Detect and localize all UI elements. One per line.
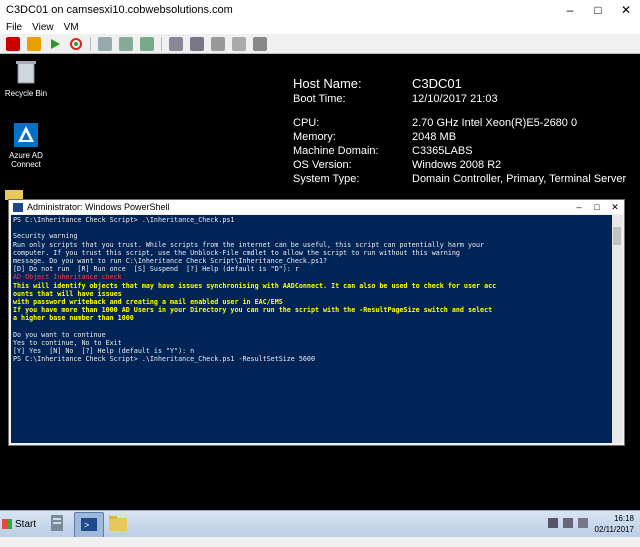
- connect-floppy-icon[interactable]: [253, 36, 267, 51]
- connect-cd-icon[interactable]: [232, 36, 246, 51]
- powershell-title: Administrator: Windows PowerShell: [27, 202, 170, 212]
- info-boot-time: Boot Time: 12/10/2017 21:03: [293, 92, 626, 106]
- recycle-bin-shortcut[interactable]: Recycle Bin: [0, 59, 52, 98]
- window-title: C3DC01 on camsesxi10.cobwebsolutions.com: [6, 4, 233, 16]
- clock-date: 02/11/2017: [594, 525, 634, 534]
- toolbar-separator: [161, 36, 162, 51]
- powershell-scrollbar[interactable]: [612, 215, 622, 443]
- network-icon[interactable]: [563, 518, 573, 528]
- system-info-panel: Host Name: C3DC01 Boot Time: 12/10/2017 …: [293, 75, 626, 186]
- console-line: If you have more than 1000 AD Users in y…: [13, 306, 493, 315]
- snapshot-icon[interactable]: [98, 36, 112, 51]
- powershell-icon: [13, 202, 23, 212]
- powershell-window[interactable]: Administrator: Windows PowerShell – □ ✕ …: [8, 199, 625, 446]
- vm-status-bar: [0, 537, 640, 547]
- ps-maximize-button[interactable]: □: [588, 202, 606, 212]
- azure-ad-connect-icon: [14, 123, 38, 147]
- powershell-taskbar-icon[interactable]: >: [74, 512, 104, 538]
- stop-icon[interactable]: [6, 36, 20, 51]
- maximize-button[interactable]: □: [584, 0, 612, 20]
- azure-ad-connect-label: Azure AD Connect: [9, 151, 43, 169]
- console-line: [D] Do not run [R] Run once [S] Suspend …: [13, 265, 299, 274]
- clock[interactable]: 16:18 02/11/2017: [595, 513, 634, 535]
- console-line: computer. If you trust this script, use …: [13, 248, 460, 257]
- start-label: Start: [15, 518, 37, 530]
- info-label: Machine Domain:: [293, 145, 379, 157]
- info-label: System Type:: [293, 173, 360, 185]
- start-button[interactable]: Start: [2, 513, 38, 535]
- info-value: Windows 2008 R2: [412, 159, 502, 171]
- menu-bar: File View VM: [0, 20, 640, 34]
- vm-title-bar: C3DC01 on camsesxi10.cobwebsolutions.com…: [0, 0, 640, 21]
- info-label: Boot Time:: [293, 93, 346, 105]
- info-domain: Machine Domain: C3365LABS: [293, 144, 626, 158]
- menu-vm[interactable]: VM: [64, 22, 79, 33]
- console-line: Do you want to continue: [13, 330, 106, 339]
- info-cpu: CPU: 2.70 GHz Intel Xeon(R)E5-2680 0: [293, 116, 626, 130]
- info-memory: Memory: 2048 MB: [293, 130, 626, 144]
- info-os: OS Version: Windows 2008 R2: [293, 158, 626, 172]
- info-value: 2048 MB: [412, 131, 457, 143]
- revert-icon[interactable]: [119, 36, 133, 51]
- taskbar: Start > 16:18 02/11/2017: [0, 510, 640, 538]
- info-system-type: System Type: Domain Controller, Primary,…: [293, 172, 626, 186]
- ps-minimize-button[interactable]: –: [570, 202, 588, 212]
- menu-view[interactable]: View: [32, 22, 54, 33]
- info-label: OS Version:: [293, 159, 352, 171]
- info-label: Memory:: [293, 131, 336, 143]
- info-value: 12/10/2017 21:03: [412, 93, 498, 105]
- info-host-name: Host Name: C3DC01: [293, 75, 626, 92]
- info-value: 2.70 GHz Intel Xeon(R)E5-2680 0: [412, 117, 578, 129]
- console-line: Security warning: [13, 232, 78, 241]
- minimize-button[interactable]: –: [556, 0, 584, 20]
- ps-close-button[interactable]: ✕: [606, 202, 624, 213]
- powershell-title-bar[interactable]: Administrator: Windows PowerShell – □ ✕: [9, 200, 624, 214]
- azure-ad-connect-shortcut[interactable]: Azure AD Connect: [0, 123, 52, 169]
- console-line: [Y] Yes [N] No [?] Help (default is "Y")…: [13, 347, 195, 355]
- volume-icon[interactable]: [578, 518, 588, 528]
- info-label: Host Name:: [293, 76, 362, 91]
- fullscreen-icon[interactable]: [190, 36, 204, 51]
- console-line: AD Object Inheritance check: [13, 273, 122, 282]
- console-line: Yes to continue, No to Exit: [13, 338, 122, 347]
- system-tray: [548, 518, 588, 528]
- console-line: a higher base number than 1000: [13, 314, 134, 323]
- info-value: C3365LABS: [412, 145, 473, 157]
- manage-snapshots-icon[interactable]: [140, 36, 154, 51]
- play-icon[interactable]: [48, 37, 62, 51]
- info-value: Domain Controller, Primary, Terminal Ser…: [412, 173, 627, 185]
- toolbar: [0, 34, 640, 54]
- recycle-bin-label: Recycle Bin: [4, 89, 48, 98]
- action-center-icon[interactable]: [548, 518, 558, 528]
- explorer-taskbar-icon[interactable]: [104, 512, 132, 536]
- reset-icon[interactable]: [69, 37, 83, 51]
- info-label: CPU:: [293, 117, 320, 129]
- console-line: with password writeback and creating a m…: [13, 297, 283, 306]
- console-line: message. Do you want to run C:\Inheritan…: [13, 256, 328, 265]
- console-line: ounts that will have issues: [13, 289, 122, 298]
- windows-logo-icon: [2, 519, 12, 529]
- console-line: PS C:\Inheritance Check Script> .\Inheri…: [13, 216, 235, 224]
- server-manager-taskbar-icon[interactable]: [44, 512, 72, 536]
- console-line: This will identify objects that may have…: [13, 281, 497, 290]
- toolbar-separator: [90, 36, 91, 51]
- svg-text:>: >: [84, 520, 89, 530]
- usb-icon[interactable]: [211, 36, 225, 51]
- pause-icon[interactable]: [27, 36, 41, 51]
- menu-file[interactable]: File: [6, 22, 22, 33]
- recycle-bin-icon: [16, 61, 36, 84]
- info-value: C3DC01: [412, 76, 462, 91]
- close-button[interactable]: ✕: [612, 0, 640, 20]
- clock-time: 16:18: [613, 514, 634, 523]
- console-line: Run only scripts that you trust. While s…: [13, 240, 485, 249]
- powershell-console[interactable]: PS C:\Inheritance Check Script> .\Inheri…: [11, 215, 612, 443]
- console-line: PS C:\Inheritance Check Script> .\Inheri…: [13, 355, 315, 364]
- console-icon[interactable]: [169, 36, 183, 51]
- scrollbar-thumb[interactable]: [613, 227, 621, 245]
